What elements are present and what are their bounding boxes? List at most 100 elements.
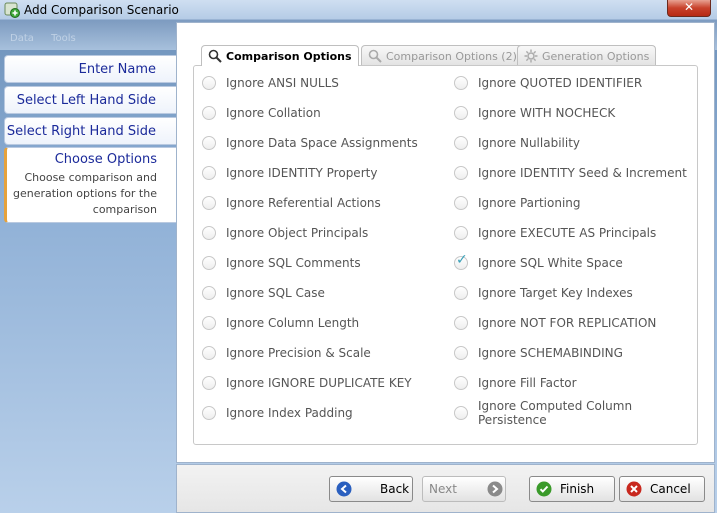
arrow-right-icon bbox=[487, 481, 503, 497]
faint-menu: Data Tools bbox=[10, 33, 90, 44]
tab-comparison-options[interactable]: Comparison Options bbox=[201, 45, 359, 66]
step-label: Choose Options bbox=[54, 152, 157, 167]
faint-menu-item: Tools bbox=[51, 33, 76, 44]
radio-button[interactable] bbox=[454, 76, 468, 90]
radio-button[interactable] bbox=[454, 346, 468, 360]
option-ignore-ansi-nulls[interactable]: Ignore ANSI NULLS bbox=[202, 73, 339, 93]
check-icon[interactable] bbox=[454, 252, 468, 270]
step-label: Select Left Hand Side bbox=[16, 93, 156, 108]
option-label: Ignore SQL Comments bbox=[226, 256, 361, 270]
magnifier-icon bbox=[208, 49, 222, 63]
magnifier-icon bbox=[368, 49, 382, 63]
option-label: Ignore Nullability bbox=[478, 136, 580, 150]
radio-button[interactable] bbox=[202, 166, 216, 180]
radio-button[interactable] bbox=[454, 106, 468, 120]
option-ignore-target-key-indexes[interactable]: Ignore Target Key Indexes bbox=[454, 283, 633, 303]
options-list: Ignore ANSI NULLS Ignore Collation Ignor… bbox=[193, 65, 698, 445]
step-label: Enter Name bbox=[78, 62, 156, 77]
radio-button[interactable] bbox=[202, 376, 216, 390]
radio-button[interactable] bbox=[202, 406, 216, 420]
radio-button[interactable] bbox=[202, 316, 216, 330]
step-enter-name[interactable]: Enter Name bbox=[4, 55, 176, 83]
radio-button[interactable] bbox=[454, 136, 468, 150]
radio-button[interactable] bbox=[454, 376, 468, 390]
option-label: Ignore Data Space Assignments bbox=[226, 136, 418, 150]
next-button[interactable]: Next bbox=[422, 476, 506, 502]
options-panel: Comparison Options Comparison Options (2… bbox=[176, 22, 715, 463]
option-ignore-data-space-assignments[interactable]: Ignore Data Space Assignments bbox=[202, 133, 418, 153]
option-ignore-precision-scale[interactable]: Ignore Precision & Scale bbox=[202, 343, 371, 363]
check-icon bbox=[536, 481, 552, 497]
option-label: Ignore ANSI NULLS bbox=[226, 76, 339, 90]
option-ignore-quoted-identifier[interactable]: Ignore QUOTED IDENTIFIER bbox=[454, 73, 642, 93]
radio-button[interactable] bbox=[202, 286, 216, 300]
radio-button[interactable] bbox=[202, 226, 216, 240]
option-ignore-fill-factor[interactable]: Ignore Fill Factor bbox=[454, 373, 577, 393]
step-select-right-hand-side[interactable]: Select Right Hand Side bbox=[4, 117, 176, 145]
option-ignore-index-padding[interactable]: Ignore Index Padding bbox=[202, 403, 353, 423]
window-title: Add Comparison Scenario bbox=[24, 3, 179, 17]
radio-button[interactable] bbox=[202, 106, 216, 120]
option-label: Ignore IDENTITY Seed & Increment bbox=[478, 166, 687, 180]
radio-button[interactable] bbox=[202, 256, 216, 270]
radio-button[interactable] bbox=[454, 316, 468, 330]
button-label: Next bbox=[429, 482, 457, 496]
option-ignore-partioning[interactable]: Ignore Partioning bbox=[454, 193, 581, 213]
option-ignore-computed-column-persistence[interactable]: Ignore Computed Column Persistence bbox=[454, 399, 697, 427]
back-button[interactable]: Back bbox=[329, 476, 413, 502]
radio-button[interactable] bbox=[454, 406, 468, 420]
option-ignore-with-nocheck[interactable]: Ignore WITH NOCHECK bbox=[454, 103, 615, 123]
option-ignore-sql-comments[interactable]: Ignore SQL Comments bbox=[202, 253, 361, 273]
radio-button[interactable] bbox=[202, 76, 216, 90]
option-ignore-identity-property[interactable]: Ignore IDENTITY Property bbox=[202, 163, 377, 183]
option-ignore-collation[interactable]: Ignore Collation bbox=[202, 103, 321, 123]
option-label: Ignore Target Key Indexes bbox=[478, 286, 633, 300]
title-bar[interactable]: Add Comparison Scenario ✕ bbox=[0, 0, 717, 20]
radio-button[interactable] bbox=[454, 166, 468, 180]
close-button[interactable]: ✕ bbox=[667, 0, 711, 17]
option-label: Ignore EXECUTE AS Principals bbox=[478, 226, 657, 240]
option-ignore-identity-seed-increment[interactable]: Ignore IDENTITY Seed & Increment bbox=[454, 163, 687, 183]
option-label: Ignore Partioning bbox=[478, 196, 581, 210]
cancel-button[interactable]: Cancel bbox=[619, 476, 705, 502]
option-ignore-ignore-duplicate-key[interactable]: Ignore IGNORE DUPLICATE KEY bbox=[202, 373, 412, 393]
option-label: Ignore Fill Factor bbox=[478, 376, 577, 390]
option-ignore-schemabinding[interactable]: Ignore SCHEMABINDING bbox=[454, 343, 623, 363]
option-ignore-referential-actions[interactable]: Ignore Referential Actions bbox=[202, 193, 381, 213]
radio-button[interactable] bbox=[202, 136, 216, 150]
cross-icon bbox=[626, 481, 642, 497]
radio-button[interactable] bbox=[202, 196, 216, 210]
option-label: Ignore Precision & Scale bbox=[226, 346, 371, 360]
option-label: Ignore QUOTED IDENTIFIER bbox=[478, 76, 643, 90]
option-ignore-sql-case[interactable]: Ignore SQL Case bbox=[202, 283, 325, 303]
option-label: Ignore Index Padding bbox=[226, 406, 353, 420]
option-ignore-not-for-replication[interactable]: Ignore NOT FOR REPLICATION bbox=[454, 313, 656, 333]
option-label: Ignore Object Principals bbox=[226, 226, 369, 240]
finish-button[interactable]: Finish bbox=[529, 476, 615, 502]
option-ignore-object-principals[interactable]: Ignore Object Principals bbox=[202, 223, 368, 243]
gear-icon bbox=[524, 49, 538, 63]
radio-button[interactable] bbox=[202, 346, 216, 360]
radio-button[interactable] bbox=[454, 226, 468, 240]
arrow-left-icon bbox=[336, 481, 352, 497]
step-choose-options[interactable]: Choose Options Choose comparison and gen… bbox=[4, 147, 176, 223]
option-ignore-column-length[interactable]: Ignore Column Length bbox=[202, 313, 359, 333]
button-bar: Back Next Finish Cancel bbox=[176, 464, 715, 513]
tab-comparison-options-2[interactable]: Comparison Options (2) bbox=[361, 45, 524, 65]
tab-generation-options[interactable]: Generation Options bbox=[517, 45, 657, 65]
button-label: Back bbox=[380, 482, 410, 496]
step-label: Select Right Hand Side bbox=[6, 124, 156, 139]
step-select-left-hand-side[interactable]: Select Left Hand Side bbox=[4, 86, 176, 114]
option-ignore-execute-as-principals[interactable]: Ignore EXECUTE AS Principals bbox=[454, 223, 656, 243]
option-label: Ignore Column Length bbox=[226, 316, 360, 330]
option-ignore-sql-white-space[interactable]: Ignore SQL White Space bbox=[454, 252, 623, 273]
app-add-icon bbox=[4, 2, 20, 18]
radio-button[interactable] bbox=[454, 286, 468, 300]
option-label: Ignore SCHEMABINDING bbox=[478, 346, 623, 360]
faint-menu-item: Data bbox=[10, 33, 34, 44]
radio-button[interactable] bbox=[454, 196, 468, 210]
tab-label: Generation Options bbox=[542, 50, 650, 63]
option-label: Ignore SQL White Space bbox=[478, 256, 623, 270]
option-label: Ignore IGNORE DUPLICATE KEY bbox=[226, 376, 412, 390]
option-ignore-nullability[interactable]: Ignore Nullability bbox=[454, 133, 580, 153]
